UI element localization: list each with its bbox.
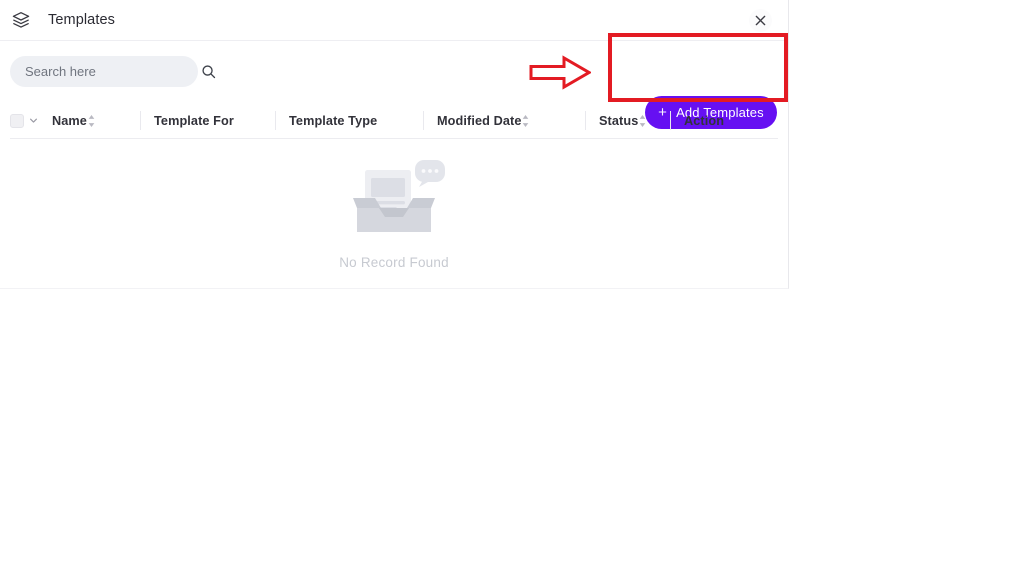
column-header-status[interactable]: Status (585, 103, 670, 138)
page-title: Templates (48, 12, 115, 28)
sort-icon[interactable] (87, 114, 109, 128)
panel-titlebar: Templates (0, 0, 788, 41)
templates-panel: Templates Search here + Add Templates Na… (0, 0, 789, 289)
chevron-down-icon[interactable] (29, 116, 38, 125)
column-header-label: Name (52, 113, 87, 128)
column-header-template-type[interactable]: Template Type (275, 103, 423, 138)
close-icon (755, 15, 766, 26)
empty-state: No Record Found (0, 139, 788, 270)
search-input[interactable] (25, 64, 201, 79)
select-all-checkbox[interactable] (10, 113, 24, 128)
column-header-name[interactable]: Name (10, 103, 140, 138)
search-icon (201, 64, 216, 79)
column-header-label: Status (599, 113, 639, 128)
sort-icon[interactable] (521, 114, 543, 128)
column-header-label: Modified Date (437, 113, 522, 128)
table-header-row: Name Template For Template Type Modified… (10, 103, 778, 139)
column-header-template-for[interactable]: Template For (140, 103, 275, 138)
sort-icon[interactable] (638, 114, 660, 128)
column-header-modified-date[interactable]: Modified Date (423, 103, 585, 138)
search-box[interactable] (10, 56, 216, 87)
empty-state-message: No Record Found (339, 255, 449, 270)
column-header-action: Action (670, 103, 760, 138)
empty-box-illustration (339, 152, 449, 242)
layers-icon (11, 10, 31, 30)
column-header-label: Action (684, 113, 725, 128)
panel-toolbar: + Add Templates (0, 41, 788, 129)
app-root: Templates Search here + Add Templates Na… (0, 0, 1024, 576)
select-all-wrapper[interactable] (10, 113, 38, 128)
column-header-label: Template For (154, 113, 234, 128)
close-button[interactable] (749, 9, 772, 32)
speech-bubble-icon (415, 160, 445, 187)
column-header-label: Template Type (289, 113, 378, 128)
